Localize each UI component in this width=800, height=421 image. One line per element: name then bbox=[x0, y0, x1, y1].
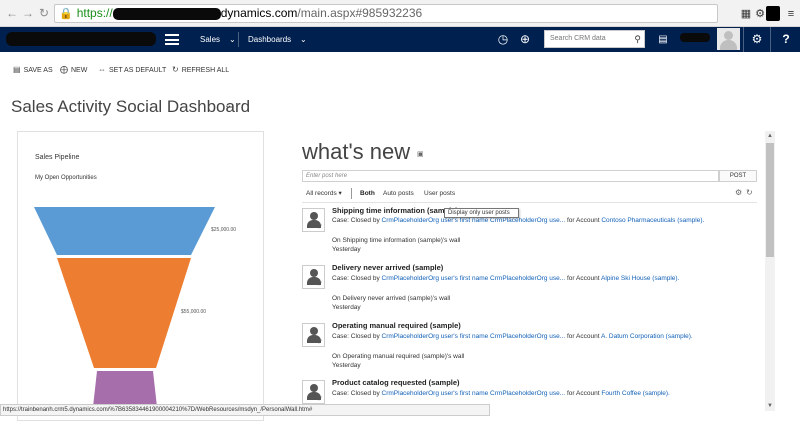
address-bar[interactable]: 🔒 https:// dynamics.com/main.aspx#98593223… bbox=[54, 4, 718, 23]
redacted-user-name bbox=[680, 33, 710, 42]
divider bbox=[302, 202, 757, 203]
recent-clock-icon[interactable]: ◷ bbox=[495, 27, 511, 52]
save-as-button[interactable]: ▤ SAVE AS bbox=[13, 64, 53, 76]
create-plus-icon[interactable]: ⊕ bbox=[517, 27, 533, 52]
crm-nav-bar: Sales ⌄ Dashboards ⌄ ◷ ⊕ ▤ ⚙ ? bbox=[0, 27, 800, 52]
post-body: Case: Closed by CrmPlaceholderOrg user's… bbox=[332, 275, 680, 282]
post-avatar: ✓ bbox=[302, 323, 325, 347]
list-item: ✓ Delivery never arrived (sample) Case: … bbox=[302, 263, 757, 321]
list-item: ✓ Product catalog requested (sample) Cas… bbox=[302, 378, 757, 404]
post-account-link[interactable]: A. Datum Corporation (sample). bbox=[601, 333, 693, 340]
post-account-link[interactable]: Fourth Coffee (sample). bbox=[601, 390, 670, 397]
post-title[interactable]: Product catalog requested (sample) bbox=[332, 378, 460, 387]
hamburger-menu-icon[interactable] bbox=[165, 34, 179, 45]
chart-view-selector[interactable]: My Open Opportunities bbox=[35, 175, 97, 181]
list-item: ✓ Shipping time information (sample) Cas… bbox=[302, 206, 757, 264]
post-time: Yesterday bbox=[332, 246, 361, 253]
advanced-find-icon[interactable]: ▤ bbox=[655, 27, 671, 52]
post-avatar: ✓ bbox=[302, 208, 325, 232]
scroll-up-arrow-icon[interactable]: ▲ bbox=[765, 131, 775, 141]
status-bar-url: https://trainbenanh.crm5.dynamics.com/%7… bbox=[0, 404, 490, 416]
divider bbox=[351, 188, 352, 199]
post-input[interactable]: Enter post here bbox=[302, 170, 719, 182]
menu-icon[interactable]: ≡ bbox=[783, 6, 799, 22]
url-host: dynamics.com bbox=[220, 6, 298, 20]
post-wall: On Shipping time information (sample)'s … bbox=[332, 237, 461, 244]
search-placeholder: Search CRM data bbox=[550, 35, 606, 42]
nav-subarea-dashboards[interactable]: Dashboards bbox=[248, 27, 291, 52]
chevron-down-icon[interactable]: ⌄ bbox=[229, 27, 236, 52]
profile-redacted[interactable] bbox=[766, 6, 780, 21]
check-icon: ✓ bbox=[317, 339, 323, 346]
filter-user-posts[interactable]: User posts bbox=[424, 189, 455, 199]
funnel-chart: $25,000.00 $55,000.00 bbox=[34, 207, 236, 416]
forward-arrow-icon[interactable]: → bbox=[21, 6, 35, 20]
tooltip: Display only user posts bbox=[444, 208, 519, 218]
post-wall: On Delivery never arrived (sample)'s wal… bbox=[332, 295, 451, 302]
lock-icon: 🔒 bbox=[59, 8, 73, 20]
post-title[interactable]: Delivery never arrived (sample) bbox=[332, 263, 443, 272]
settings-gear-icon[interactable]: ⚙ bbox=[747, 27, 767, 52]
help-icon[interactable]: ? bbox=[776, 27, 796, 52]
reload-icon[interactable]: ↻ bbox=[37, 6, 51, 20]
post-body: Case: Closed by CrmPlaceholderOrg user's… bbox=[332, 390, 670, 397]
post-button[interactable]: POST bbox=[719, 170, 757, 182]
post-time: Yesterday bbox=[332, 304, 361, 311]
funnel-value-label: $25,000.00 bbox=[211, 227, 236, 233]
set-as-default-button[interactable]: ⇔ SET AS DEFAULT bbox=[98, 64, 166, 76]
post-user-link[interactable]: CrmPlaceholderOrg user's first name CrmP… bbox=[382, 217, 566, 224]
funnel-stage-2 bbox=[57, 258, 191, 368]
post-title[interactable]: Shipping time information (sample) bbox=[332, 206, 458, 215]
funnel-stage-1 bbox=[34, 207, 215, 255]
filter-auto-posts[interactable]: Auto posts bbox=[383, 189, 414, 199]
check-icon: ✓ bbox=[317, 281, 323, 288]
post-time: Yesterday bbox=[332, 362, 361, 369]
chart-title: Sales Pipeline bbox=[35, 154, 80, 161]
nav-area-sales[interactable]: Sales bbox=[200, 27, 220, 52]
new-button[interactable]: ⨁ NEW bbox=[60, 64, 87, 76]
post-user-link[interactable]: CrmPlaceholderOrg user's first name CrmP… bbox=[382, 333, 566, 340]
check-icon: ✓ bbox=[317, 224, 323, 231]
whats-new-title: what's new bbox=[302, 139, 411, 164]
new-icon: ⨁ bbox=[60, 65, 68, 74]
scroll-down-arrow-icon[interactable]: ▼ bbox=[765, 401, 775, 411]
back-arrow-icon[interactable]: ← bbox=[5, 6, 19, 20]
user-avatar[interactable] bbox=[717, 28, 740, 50]
post-title[interactable]: Operating manual required (sample) bbox=[332, 321, 461, 330]
filter-both[interactable]: Both bbox=[360, 189, 375, 199]
chevron-down-icon[interactable]: ⌄ bbox=[300, 27, 307, 52]
redacted-org-name bbox=[6, 32, 156, 46]
funnel-value-label: $55,000.00 bbox=[181, 309, 206, 315]
scrollbar-thumb[interactable] bbox=[766, 143, 774, 257]
post-user-link[interactable]: CrmPlaceholderOrg user's first name CrmP… bbox=[382, 390, 566, 397]
list-item: ✓ Operating manual required (sample) Cas… bbox=[302, 321, 757, 379]
post-body: Case: Closed by CrmPlaceholderOrg user's… bbox=[332, 333, 693, 340]
wall-refresh-icon[interactable]: ↻ bbox=[746, 188, 753, 197]
post-wall: On Operating manual required (sample)'s … bbox=[332, 353, 465, 360]
refresh-all-button[interactable]: ↻ REFRESH ALL bbox=[172, 64, 229, 76]
save-icon: ▤ bbox=[13, 65, 21, 74]
wall-settings-icon[interactable]: ⚙ bbox=[735, 188, 742, 197]
refresh-icon: ↻ bbox=[172, 65, 179, 74]
divider bbox=[743, 27, 744, 52]
dashboard-title[interactable]: Sales Activity Social Dashboard bbox=[11, 97, 250, 117]
post-avatar: ✓ bbox=[302, 265, 325, 289]
post-account-link[interactable]: Alpine Ski House (sample). bbox=[601, 275, 679, 282]
divider bbox=[770, 27, 771, 52]
post-user-link[interactable]: CrmPlaceholderOrg user's first name CrmP… bbox=[382, 275, 566, 282]
post-avatar: ✓ bbox=[302, 380, 325, 404]
url-path: /main.aspx#985932236 bbox=[297, 6, 423, 20]
search-icon[interactable]: ⚲ bbox=[634, 31, 641, 47]
set-default-icon: ⇔ bbox=[98, 65, 106, 74]
post-account-link[interactable]: Contoso Pharmaceuticals (sample). bbox=[601, 217, 704, 224]
records-filter-dropdown[interactable]: All records ▾ bbox=[306, 189, 342, 199]
redacted-host bbox=[112, 7, 221, 20]
search-input[interactable]: Search CRM data ⚲ bbox=[544, 30, 645, 48]
check-icon: ✓ bbox=[317, 396, 323, 403]
divider bbox=[238, 32, 239, 47]
pin-icon[interactable]: ▣ bbox=[417, 150, 424, 158]
chevron-down-icon[interactable]: ⌄ bbox=[224, 100, 232, 111]
url-scheme: https:// bbox=[76, 6, 113, 20]
